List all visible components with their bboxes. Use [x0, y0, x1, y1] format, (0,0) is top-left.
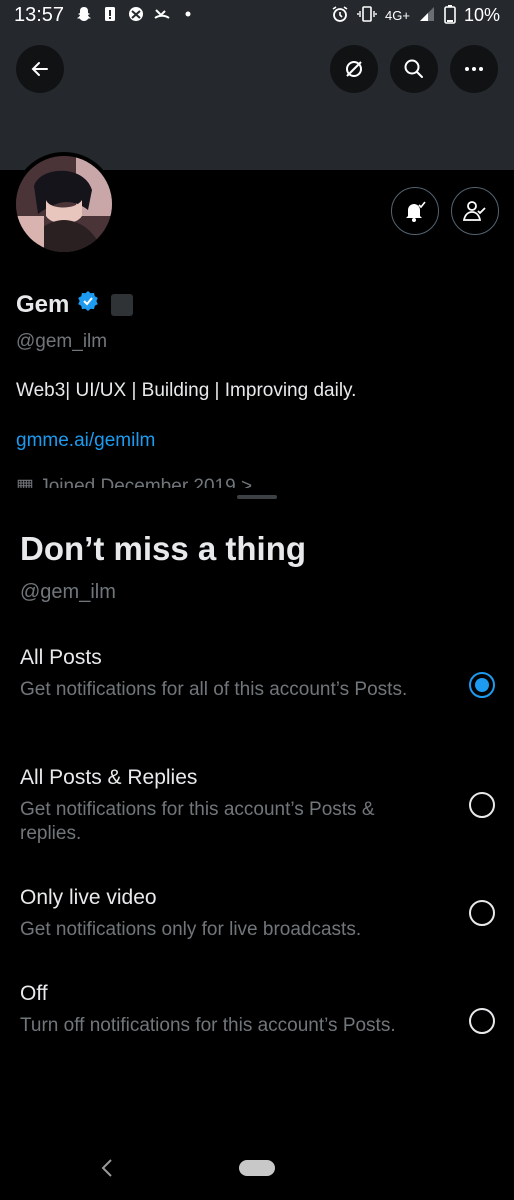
- sheet-handle: @gem_ilm: [20, 581, 116, 603]
- translate-button[interactable]: [330, 45, 378, 93]
- network-type: 4G+: [385, 8, 410, 23]
- person-check-icon: [462, 201, 486, 221]
- profile-handle: @gem_ilm: [16, 331, 108, 352]
- profile-joined: ▦ Joined December 2019 >: [16, 475, 252, 489]
- battery-icon: [444, 4, 456, 27]
- bell-check-icon: [406, 201, 426, 222]
- alarm-icon: [331, 5, 349, 26]
- profile-bio: Web3| UI/UX | Building | Improving daily…: [16, 380, 357, 401]
- more-button[interactable]: [450, 45, 498, 93]
- nav-home-button[interactable]: [239, 1160, 275, 1176]
- missed-call-icon: [154, 6, 170, 22]
- option-title: Off: [20, 982, 48, 1005]
- avatar[interactable]: [12, 152, 116, 256]
- status-notification-icons: [76, 6, 196, 22]
- option-description: Turn off notifications for this account’…: [20, 1015, 396, 1036]
- more-icon: [465, 67, 483, 71]
- sim-icon: [102, 6, 118, 22]
- radio-only-live-video[interactable]: [469, 900, 495, 926]
- option-title: Only live video: [20, 886, 157, 909]
- notifications-button[interactable]: [391, 187, 439, 235]
- verified-badge-icon[interactable]: [77, 290, 99, 319]
- back-button[interactable]: [16, 45, 64, 93]
- profile-link[interactable]: gmme.ai/gemilm: [16, 430, 155, 452]
- vibrate-icon: [357, 5, 377, 26]
- radio-off[interactable]: [469, 1008, 495, 1034]
- option-description: Get notifications only for live broadcas…: [20, 919, 362, 940]
- sheet-grabber[interactable]: [237, 495, 277, 499]
- translate-off-icon: [346, 61, 362, 77]
- option-description: Get notifications for all of this accoun…: [20, 679, 408, 700]
- snapchat-icon: [76, 6, 92, 22]
- chevron-left-icon: [101, 1159, 112, 1177]
- notification-settings-sheet: Don’t miss a thing @gem_ilm All Posts Ge…: [0, 488, 514, 1200]
- radio-all-posts[interactable]: [469, 672, 495, 698]
- status-right: 4G+ 10%: [331, 4, 500, 27]
- option-title: All Posts: [20, 646, 102, 669]
- signal-icon: [418, 5, 436, 26]
- option-title: All Posts & Replies: [20, 766, 198, 789]
- profile-banner: [0, 32, 514, 170]
- radio-all-posts-replies[interactable]: [469, 792, 495, 818]
- xbox-icon: [128, 6, 144, 22]
- battery-percent: 10%: [463, 5, 500, 25]
- affiliate-badge-icon[interactable]: [111, 293, 134, 316]
- option-description: Get notifications for this account’s Pos…: [20, 799, 375, 844]
- status-time: 13:57: [14, 4, 65, 26]
- profile-name-row: Gem: [16, 290, 134, 319]
- sheet-title: Don’t miss a thing: [20, 530, 307, 567]
- status-bar: 13:57 4G+ 10%: [0, 0, 514, 32]
- search-icon: [404, 59, 423, 78]
- dot-icon: [180, 6, 196, 22]
- search-button[interactable]: [390, 45, 438, 93]
- nav-back-button[interactable]: [96, 1155, 118, 1181]
- back-arrow-icon: [31, 62, 48, 76]
- profile-name: Gem: [16, 290, 70, 318]
- following-button[interactable]: [451, 187, 499, 235]
